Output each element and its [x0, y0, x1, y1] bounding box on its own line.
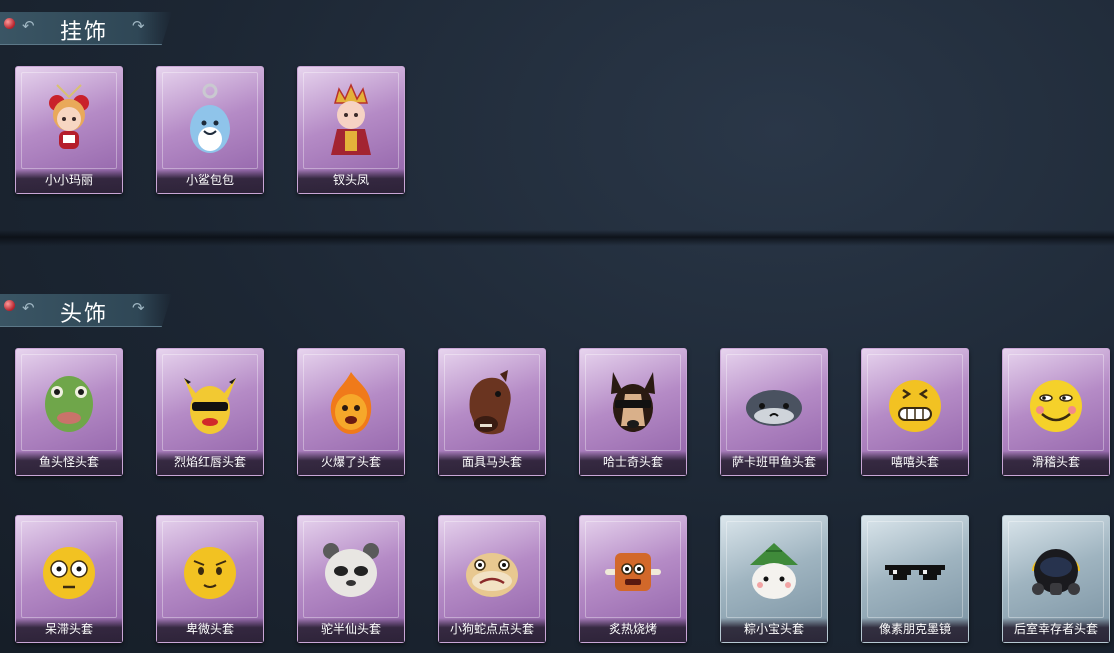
item-label: 小鲨包包	[185, 173, 234, 187]
item-label: 小狗蛇点点头套	[449, 622, 534, 636]
fire-mask-icon	[316, 363, 386, 443]
doll-mary-icon	[34, 81, 104, 161]
shark-bag-icon	[175, 81, 245, 161]
item-label: 烈焰红唇头套	[173, 455, 246, 469]
item-card[interactable]: 粽小宝头套	[720, 515, 828, 643]
item-card[interactable]: 烈焰红唇头套	[156, 348, 264, 476]
humble-emoji-mask-icon	[175, 530, 245, 610]
snake-mask-icon	[457, 530, 527, 610]
item-label: 钗头凤	[332, 173, 369, 187]
item-label: 炙热烧烤	[608, 622, 657, 636]
item-card[interactable]: 小小玛丽	[15, 66, 123, 194]
item-card[interactable]: 小狗蛇点点头套	[438, 515, 546, 643]
yellow-mouse-mask-icon	[175, 363, 245, 443]
grin-emoji-mask-icon	[880, 363, 950, 443]
item-label: 驼半仙头套	[320, 622, 381, 636]
section-title: 挂饰	[60, 20, 109, 45]
swirl-left-icon: ↶	[22, 299, 35, 317]
item-card[interactable]: 火爆了头套	[297, 348, 405, 476]
item-card[interactable]: 驼半仙头套	[297, 515, 405, 643]
swirl-left-icon: ↶	[22, 17, 35, 35]
funny-emoji-mask-icon	[1021, 363, 1091, 443]
item-label: 小小玛丽	[44, 173, 93, 187]
item-label: 像素朋克墨镜	[878, 622, 951, 636]
item-label: 粽小宝头套	[743, 622, 804, 636]
item-card[interactable]: 后室幸存者头套	[1002, 515, 1110, 643]
item-card[interactable]: 小鲨包包	[156, 66, 264, 194]
item-label: 面具马头套	[461, 455, 522, 469]
swirl-right-icon: ↷	[132, 299, 145, 317]
horse-mask-icon	[457, 363, 527, 443]
section-header-headwear: ↶ 头饰 ↷	[0, 294, 172, 327]
item-label: 鱼头怪头套	[38, 455, 99, 469]
item-label: 呆滞头套	[44, 622, 93, 636]
item-label: 滑稽头套	[1031, 455, 1080, 469]
item-label: 萨卡班甲鱼头套	[731, 455, 816, 469]
fish-head-mask-icon	[34, 363, 104, 443]
husky-mask-icon	[598, 363, 668, 443]
dazed-emoji-mask-icon	[34, 530, 104, 610]
pixel-sunglasses-icon	[880, 530, 950, 610]
item-card[interactable]: 嘻嘻头套	[861, 348, 969, 476]
item-label: 后室幸存者头套	[1013, 622, 1098, 636]
item-card[interactable]: 面具马头套	[438, 348, 546, 476]
swirl-right-icon: ↷	[132, 17, 145, 35]
item-card[interactable]: 炙热烧烤	[579, 515, 687, 643]
item-card[interactable]: 滑稽头套	[1002, 348, 1110, 476]
item-label: 火爆了头套	[320, 455, 381, 469]
section-divider	[0, 230, 1114, 246]
item-card[interactable]: 像素朋克墨镜	[861, 515, 969, 643]
item-card[interactable]: 钗头凤	[297, 66, 405, 194]
zongzi-mask-icon	[739, 530, 809, 610]
section-title: 头饰	[60, 302, 109, 327]
gas-mask-helmet-icon	[1021, 530, 1091, 610]
item-label: 哈士奇头套	[602, 455, 663, 469]
pin-icon	[4, 18, 15, 29]
phoenix-crown-doll-icon	[316, 81, 386, 161]
sacabambaspis-mask-icon	[739, 363, 809, 443]
item-label: 嘻嘻头套	[890, 455, 939, 469]
pin-icon	[4, 300, 15, 311]
item-card[interactable]: 呆滞头套	[15, 515, 123, 643]
section-header-pendants: ↶ 挂饰 ↷	[0, 12, 172, 45]
item-card[interactable]: 鱼头怪头套	[15, 348, 123, 476]
item-card[interactable]: 萨卡班甲鱼头套	[720, 348, 828, 476]
panda-mask-icon	[316, 530, 386, 610]
item-card[interactable]: 哈士奇头套	[579, 348, 687, 476]
bbq-mask-icon	[598, 530, 668, 610]
item-card[interactable]: 卑微头套	[156, 515, 264, 643]
item-label: 卑微头套	[185, 622, 234, 636]
